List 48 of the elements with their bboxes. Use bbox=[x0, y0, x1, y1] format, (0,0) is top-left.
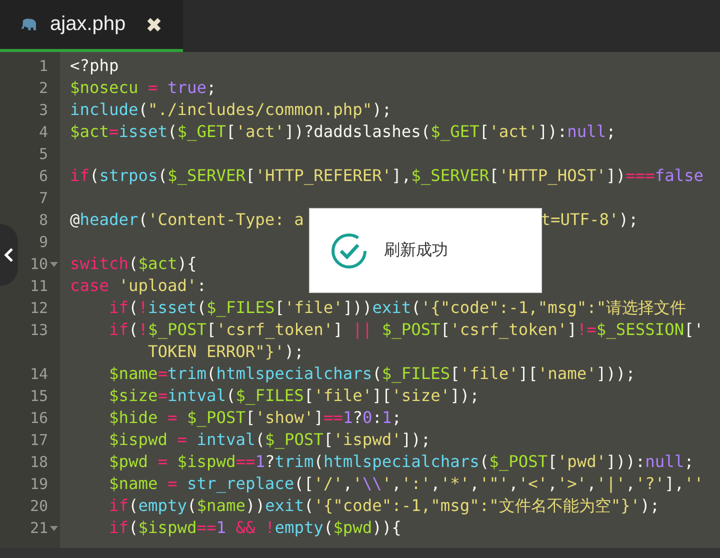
line-number: 11 bbox=[30, 277, 48, 295]
code-line: switch($act){ bbox=[70, 254, 197, 273]
line-number: 17 bbox=[30, 431, 48, 449]
line-number: 7 bbox=[38, 189, 48, 207]
fold-arrow-icon[interactable] bbox=[50, 526, 58, 531]
code-line: $act=isset($_GET['act'])?daddslashes($_GET['act']):null; bbox=[70, 122, 616, 141]
line-number: 15 bbox=[30, 387, 48, 405]
line-number: 5 bbox=[38, 145, 48, 163]
line-number: 20 bbox=[30, 497, 48, 515]
line-number: 6 bbox=[38, 167, 48, 185]
code-line: if(!isset($_FILES['file']))exit('{"code":-1,"msg":"请选择文件 bbox=[108, 298, 686, 317]
line-number: 16 bbox=[30, 409, 48, 427]
code-line: $name=trim(htmlspecialchars($_FILES['file']['name'])); bbox=[108, 364, 636, 383]
code-line: $ispwd = intval($_POST['ispwd']); bbox=[108, 430, 431, 449]
line-number: 3 bbox=[38, 101, 48, 119]
code-line: if(strpos($_SERVER['HTTP_REFERER'],$_SERVER['HTTP_HOST'])===false bbox=[70, 166, 704, 185]
line-number: 19 bbox=[30, 475, 48, 493]
code-line: case 'upload': bbox=[70, 276, 206, 295]
code-line: $name = str_replace(['/','\\',':','*','"','<','>','|','?'],'' bbox=[108, 474, 704, 493]
code-line: if(empty($name))exit('{"code":-1,"msg":"文件名不能为空"}'); bbox=[108, 496, 660, 515]
fold-arrow-icon[interactable] bbox=[50, 262, 58, 267]
close-button[interactable]: ✖ bbox=[142, 12, 166, 36]
line-number: 8 bbox=[38, 211, 48, 229]
code-line: $size=intval($_FILES['file']['size']); bbox=[108, 386, 480, 405]
code-line: $pwd = $ispwd==1?trim(htmlspecialchars($_POST['pwd'])):null; bbox=[108, 452, 694, 471]
line-number: 14 bbox=[30, 365, 48, 383]
code-line: $nosecu = true; bbox=[70, 78, 216, 97]
line-number: 1 bbox=[38, 57, 48, 75]
line-number: 10 bbox=[30, 255, 48, 273]
elephant-icon bbox=[20, 18, 38, 32]
check-circle-icon bbox=[330, 232, 368, 270]
code-line: $hide = $_POST['show']==1?0:1; bbox=[108, 408, 402, 427]
line-number: 12 bbox=[30, 299, 48, 317]
code-line: <?php bbox=[70, 56, 119, 75]
code-line: TOKEN ERROR"}'); bbox=[146, 342, 304, 361]
code-line: if($ispwd==1 && !empty($pwd)){ bbox=[108, 518, 402, 537]
toast-text: 刷新成功 bbox=[384, 240, 448, 261]
code-line: if(!$_POST['csrf_token'] || $_POST['csrf_token']!=$_SESSION[' bbox=[108, 320, 704, 339]
line-number: 9 bbox=[38, 233, 48, 251]
line-number: 18 bbox=[30, 453, 48, 471]
chevron-left-icon bbox=[4, 247, 14, 263]
line-number: 21 bbox=[30, 519, 48, 537]
code-line: @header('Content-Type: a t=UTF-8'); bbox=[70, 210, 638, 229]
code-line: include("./includes/common.php"); bbox=[70, 100, 392, 119]
line-number: 13 bbox=[30, 321, 48, 339]
line-number: 4 bbox=[38, 123, 48, 141]
line-number: 2 bbox=[38, 79, 48, 97]
file-tab[interactable]: ajax.php ✖ bbox=[0, 0, 183, 52]
